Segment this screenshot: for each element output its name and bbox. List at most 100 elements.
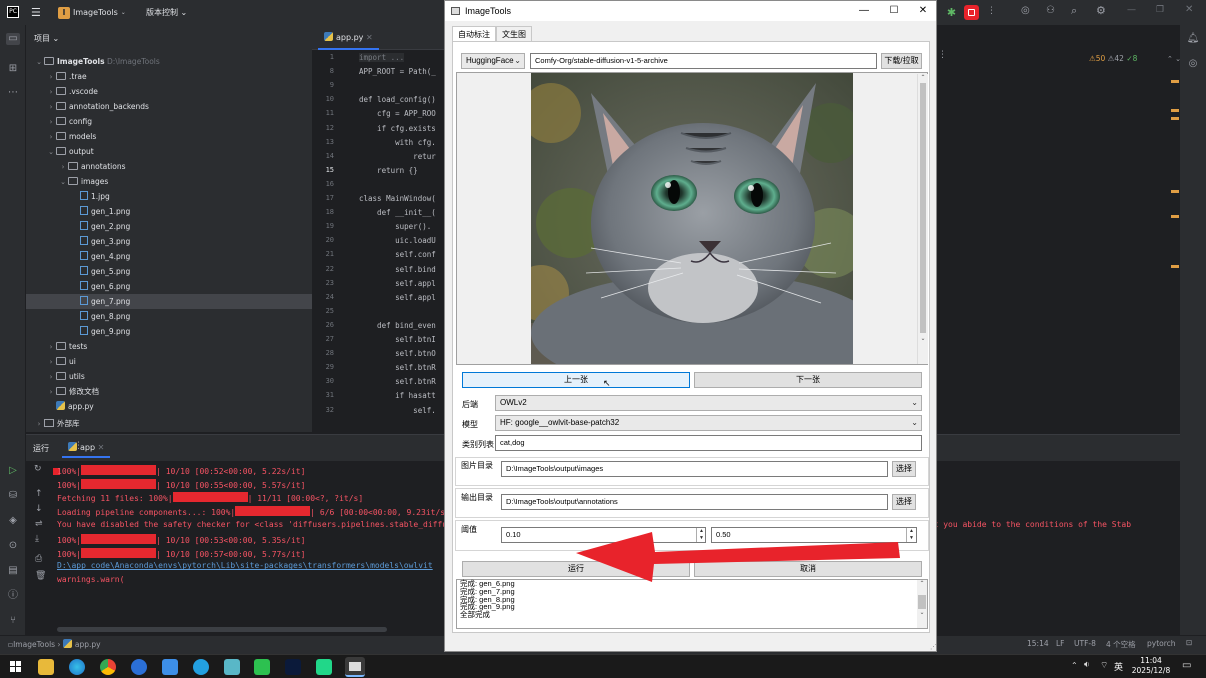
warning-marker[interactable] (1171, 215, 1179, 218)
tree-item[interactable]: gen_6.png (26, 279, 312, 294)
chevron-right-icon[interactable]: › (46, 130, 56, 145)
tree-root[interactable]: ⌄ ImageTools D:\ImageTools (26, 54, 312, 69)
app-icon-blue[interactable] (131, 659, 147, 675)
ime-indicator[interactable]: 英 (1114, 660, 1123, 673)
tree-item[interactable]: › config (26, 114, 312, 129)
vcs-menu[interactable]: 版本控制 ⌄ (146, 7, 187, 18)
download-button[interactable]: 下载/拉取 (881, 53, 922, 69)
next-image-button[interactable]: 下一张 (694, 372, 922, 388)
tree-item[interactable]: › tests (26, 339, 312, 354)
warning-marker[interactable] (1171, 109, 1179, 112)
warning-marker[interactable] (1171, 265, 1179, 268)
layers-icon[interactable]: ◈ (6, 515, 20, 527)
stop-button[interactable] (964, 5, 979, 20)
tree-item[interactable]: gen_2.png (26, 219, 312, 234)
caret-position[interactable]: 15:14 (1027, 639, 1049, 648)
tree-item[interactable]: gen_8.png (26, 309, 312, 324)
more-tools-icon[interactable]: ⋯ (6, 87, 20, 99)
app-icon-cloud[interactable] (162, 659, 178, 675)
chevron-right-icon[interactable]: › (46, 115, 56, 130)
search-icon[interactable]: ⌕ (1071, 4, 1077, 18)
close-tab-icon[interactable]: ✕ (366, 33, 373, 42)
tree-external-libs[interactable]: › 外部库 (26, 416, 312, 431)
hamburger-menu-icon[interactable]: ☰ (31, 6, 41, 19)
chevron-down-icon[interactable]: ⌄ (58, 175, 68, 190)
tab-auto-annotate[interactable]: 自动标注 (452, 26, 496, 42)
tree-item[interactable]: 1.jpg (26, 189, 312, 204)
viewer-vertical-scrollbar[interactable]: ⌃ ⌄ (917, 74, 928, 364)
windows-start-icon[interactable] (10, 661, 21, 672)
classes-input[interactable]: cat,dog (495, 435, 922, 451)
gear-icon[interactable]: ⚙ (1096, 4, 1106, 17)
image-dir-input[interactable]: D:\ImageTools\output\images (501, 461, 888, 477)
add-user-icon[interactable]: ⚇ (1046, 5, 1055, 16)
code-editor[interactable]: app.py ✕ 1 import ... 8 APP_ROOT = Path(_ 9 1… (312, 25, 445, 432)
tree-item[interactable]: › utils (26, 369, 312, 384)
file-encoding[interactable]: UTF-8 (1074, 639, 1096, 648)
edge-browser-icon[interactable] (69, 659, 85, 675)
chrome-icon[interactable] (100, 659, 116, 675)
notifications-icon[interactable]: 🔔︎ (1186, 33, 1200, 45)
output-dir-input[interactable]: D:\ImageTools\output\annotations (501, 494, 888, 510)
console-line[interactable]: D:\app_code\Anaconda\envs\pytorch\Lib\si… (57, 561, 433, 570)
tree-item[interactable]: gen_7.png (26, 294, 312, 309)
file-explorer-icon[interactable] (38, 659, 54, 675)
run-tool-icon[interactable]: ▷ (6, 465, 20, 477)
maximize-icon[interactable]: ❐ (1156, 5, 1164, 15)
close-icon[interactable]: ✕ (908, 1, 938, 21)
wechat-icon[interactable] (254, 659, 270, 675)
minimize-icon[interactable]: — (849, 1, 879, 21)
tree-item[interactable]: › .trae (26, 69, 312, 84)
tree-item[interactable]: app.py (26, 399, 312, 414)
search-app-icon[interactable] (193, 659, 209, 675)
run-more-icon[interactable]: ⋮ (74, 441, 83, 451)
chevron-right-icon[interactable]: › (58, 160, 68, 175)
chevron-right-icon[interactable]: › (46, 70, 56, 85)
tree-item[interactable]: › models (26, 129, 312, 144)
image-viewer[interactable]: ⌃ ⌄ (456, 72, 928, 365)
chevron-right-icon[interactable]: › (46, 85, 56, 100)
console-horizontal-scrollbar[interactable] (57, 627, 387, 632)
run-tab-app[interactable]: app ✕ (62, 438, 111, 458)
folder-icon[interactable]: ▭ (6, 33, 20, 45)
source-combo[interactable]: HuggingFace ⌄ (461, 53, 525, 69)
pycharm-taskbar-icon[interactable] (316, 659, 332, 675)
log-scrollbar[interactable]: ⌃ ⌄ (917, 580, 927, 628)
tray-overflow-icon[interactable]: ⌃ (1071, 661, 1078, 670)
warning-marker[interactable] (1171, 80, 1179, 83)
tree-item[interactable]: › annotations (26, 159, 312, 174)
inspection-chevrons[interactable]: ⌃ ⌄ (1167, 55, 1181, 63)
tree-item[interactable]: › annotation_backends (26, 99, 312, 114)
tree-item[interactable]: ⌄ images (26, 174, 312, 189)
chevron-right-icon[interactable]: › (46, 355, 56, 370)
ai-assistant-icon[interactable]: ◎ (1021, 5, 1030, 16)
project-switcher[interactable]: I ImageTools ⌄ (58, 5, 126, 20)
browse-output-dir-button[interactable]: 选择 (892, 494, 916, 510)
git-icon[interactable]: ⑂ (6, 615, 20, 627)
tree-item[interactable]: gen_4.png (26, 249, 312, 264)
indent-setting[interactable]: 4 个空格 (1106, 639, 1136, 650)
warning-marker[interactable] (1171, 117, 1179, 120)
browse-image-dir-button[interactable]: 选择 (892, 461, 916, 477)
tab-text-to-image[interactable]: 文生图 (496, 26, 532, 41)
structure-icon[interactable]: ⊞ (6, 63, 20, 75)
tree-item[interactable]: gen_5.png (26, 264, 312, 279)
tree-item[interactable]: gen_9.png (26, 324, 312, 339)
interpreter[interactable]: pytorch (1147, 639, 1176, 648)
editor-more-icon[interactable]: ⋮ (938, 50, 947, 60)
clock[interactable]: 11:04 2025/12/8 (1131, 656, 1171, 676)
app-icon-dark[interactable] (285, 659, 301, 675)
debug-icon[interactable]: ✱ (944, 5, 959, 20)
warning-marker[interactable] (1171, 190, 1179, 193)
speaker-icon[interactable]: 🔉︎ (1084, 660, 1090, 670)
chevron-down-icon[interactable]: ⌄ (46, 145, 56, 160)
lock-icon[interactable]: ⊡ (1186, 638, 1192, 647)
minimize-icon[interactable]: — (1127, 5, 1136, 15)
repo-input[interactable]: Comfy-Org/stable-diffusion-v1-5-archive (530, 53, 877, 69)
imagetools-taskbar-icon[interactable] (345, 657, 365, 677)
inspection-widget[interactable]: ⚠50 ⚠42 ✓8 (1089, 54, 1137, 63)
breadcrumb[interactable]: ▫ImageTools › app.py (8, 639, 101, 649)
tree-item[interactable]: › 修改文档 (26, 384, 312, 399)
network-icon[interactable]: ⌔ (1100, 660, 1108, 671)
editor-tab-app-py[interactable]: app.py ✕ (318, 25, 379, 50)
